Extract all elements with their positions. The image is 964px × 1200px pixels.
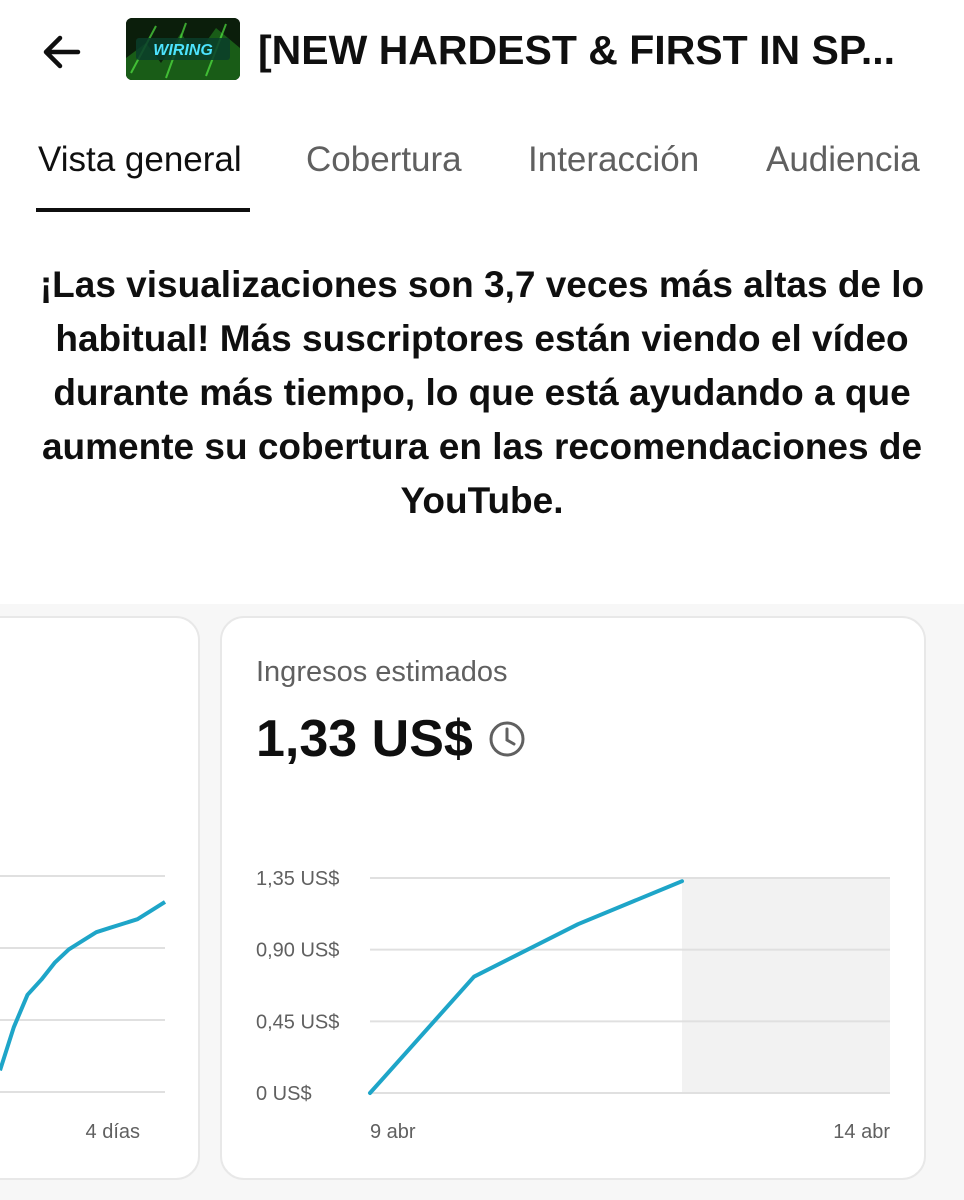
insight-text: ¡Las visualizaciones son 3,7 veces más a… bbox=[39, 264, 925, 521]
tab-cobertura[interactable]: Cobertura bbox=[306, 138, 462, 182]
svg-text:WIRING: WIRING bbox=[153, 42, 213, 59]
arrow-left-icon bbox=[43, 35, 81, 69]
thumbnail-image: WIRING bbox=[126, 18, 240, 80]
tab-interaccion[interactable]: Interacción bbox=[528, 138, 699, 182]
revenue-card[interactable] bbox=[220, 616, 926, 1180]
revenue-value: 1,33 US$ bbox=[256, 710, 473, 768]
tab-vista-general[interactable]: Vista general bbox=[38, 138, 242, 182]
video-title: [NEW HARDEST & FIRST IN SP... bbox=[258, 27, 896, 73]
revenue-card-label: Ingresos estimados bbox=[256, 656, 508, 688]
top-bar: WIRING [NEW HARDEST & FIRST IN SP... bbox=[0, 0, 964, 100]
back-button[interactable] bbox=[34, 26, 90, 78]
analytics-tabs: Vista general Cobertura Interacción Audi… bbox=[0, 100, 964, 214]
tab-audiencia[interactable]: Audiencia bbox=[766, 138, 920, 182]
video-thumbnail[interactable]: WIRING bbox=[126, 18, 240, 80]
clock-icon bbox=[489, 721, 525, 757]
views-card[interactable] bbox=[0, 616, 200, 1180]
